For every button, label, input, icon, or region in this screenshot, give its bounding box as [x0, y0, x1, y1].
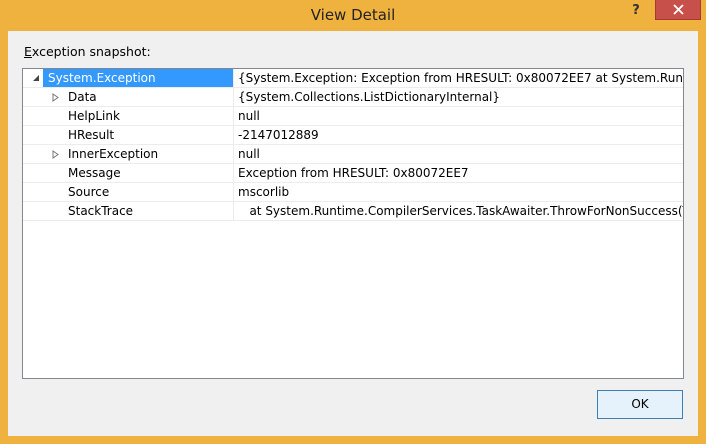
- collapsed-triangle-icon[interactable]: [51, 150, 60, 159]
- property-name: StackTrace: [68, 204, 134, 218]
- close-button[interactable]: [655, 0, 701, 20]
- title-bar[interactable]: View Detail ?: [0, 0, 706, 31]
- collapsed-triangle-icon[interactable]: [51, 93, 60, 102]
- tree-row[interactable]: Source mscorlib: [23, 183, 683, 202]
- tree-row[interactable]: HResult -2147012889: [23, 126, 683, 145]
- name-cell: HResult: [23, 126, 234, 145]
- name-cell: StackTrace: [23, 202, 234, 221]
- view-detail-dialog: View Detail ? Exception snapshot: System…: [0, 0, 706, 444]
- value-cell: {System.Exception: Exception from HRESUL…: [234, 69, 683, 88]
- property-name: Message: [68, 166, 121, 180]
- name-cell: Data: [23, 88, 234, 107]
- value-cell: Exception from HRESULT: 0x80072EE7: [234, 164, 683, 183]
- name-cell: InnerException: [23, 145, 234, 164]
- value-cell: {System.Collections.ListDictionaryIntern…: [234, 88, 683, 107]
- access-key: E: [24, 44, 32, 59]
- property-value: null: [238, 147, 260, 161]
- property-value: {System.Collections.ListDictionaryIntern…: [238, 90, 501, 104]
- tree-row[interactable]: InnerException null: [23, 145, 683, 164]
- value-cell: at System.Runtime.CompilerServices.TaskA…: [234, 202, 683, 221]
- property-name: System.Exception: [48, 71, 156, 85]
- property-value: -2147012889: [238, 128, 319, 142]
- tree-row[interactable]: StackTrace at System.Runtime.CompilerSer…: [23, 202, 683, 221]
- property-name: Source: [68, 185, 110, 199]
- tree-row[interactable]: System.Exception {System.Exception: Exce…: [23, 69, 683, 88]
- property-grid[interactable]: System.Exception {System.Exception: Exce…: [22, 68, 684, 379]
- tree-row[interactable]: HelpLink null: [23, 107, 683, 126]
- snapshot-label-text: xception snapshot:: [31, 44, 151, 59]
- close-icon: [673, 4, 684, 15]
- dialog-body: Exception snapshot: System.Exception {Sy…: [8, 31, 698, 436]
- property-name: Data: [68, 90, 97, 104]
- name-cell: System.Exception: [23, 69, 234, 88]
- property-value: {System.Exception: Exception from HRESUL…: [238, 71, 683, 85]
- value-cell: null: [234, 145, 683, 164]
- property-value: mscorlib: [238, 185, 290, 199]
- ok-button[interactable]: OK: [597, 390, 683, 419]
- property-value: at System.Runtime.CompilerServices.TaskA…: [249, 204, 683, 218]
- name-cell: Source: [23, 183, 234, 202]
- property-value: null: [238, 109, 260, 123]
- value-cell: null: [234, 107, 683, 126]
- value-cell: mscorlib: [234, 183, 683, 202]
- property-value: Exception from HRESULT: 0x80072EE7: [238, 166, 469, 180]
- value-cell: -2147012889: [234, 126, 683, 145]
- property-name: HelpLink: [68, 109, 120, 123]
- name-cell: Message: [23, 164, 234, 183]
- property-name: InnerException: [68, 147, 159, 161]
- window-title: View Detail: [310, 6, 396, 24]
- exception-snapshot-label: Exception snapshot:: [24, 44, 151, 59]
- tree-row[interactable]: Message Exception from HRESULT: 0x80072E…: [23, 164, 683, 183]
- tree-row[interactable]: Data {System.Collections.ListDictionaryI…: [23, 88, 683, 107]
- property-name: HResult: [68, 128, 115, 142]
- help-button[interactable]: ?: [624, 0, 648, 22]
- expanded-triangle-icon[interactable]: [32, 74, 41, 83]
- name-cell: HelpLink: [23, 107, 234, 126]
